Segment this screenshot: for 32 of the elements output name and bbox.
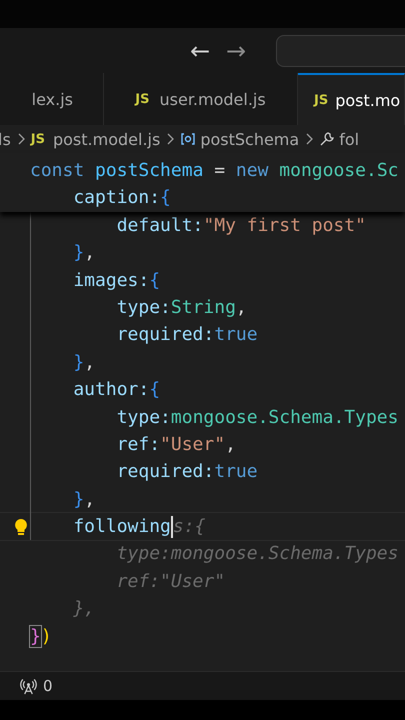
- search-field[interactable]: [276, 34, 405, 66]
- code-line: type:mongoose.Schema.Types: [116, 406, 398, 430]
- code-line: default:"My first post": [116, 214, 366, 238]
- code-line: following s:{: [72, 515, 206, 540]
- editor-tab[interactable]: JS post.mo: [298, 73, 405, 125]
- breadcrumb-item[interactable]: postSchema: [200, 130, 300, 148]
- code-line: author:{: [72, 378, 160, 402]
- chevron-icon: [166, 133, 174, 145]
- lightbulb-icon[interactable]: [14, 518, 28, 536]
- code-line: caption:{: [72, 186, 172, 210]
- code-line: type:mongoose.Schema.Types: [116, 542, 398, 566]
- code-line: },: [72, 597, 96, 622]
- chevron-icon: [305, 133, 314, 145]
- code-line: ref:"User",: [116, 432, 236, 457]
- code-line: },: [72, 488, 96, 512]
- ports-count: 0: [43, 677, 53, 695]
- variable-icon: [180, 131, 196, 147]
- back-button[interactable]: ←: [186, 36, 214, 64]
- chevron-icon: [16, 133, 25, 145]
- code-line: ref:"User": [116, 570, 226, 594]
- code-line: required:true: [116, 323, 258, 348]
- code-line: },: [72, 350, 96, 375]
- code-line: }): [30, 624, 52, 649]
- code-line: images:{: [72, 268, 160, 293]
- broadcast-icon[interactable]: [20, 678, 37, 694]
- forward-button[interactable]: →: [222, 36, 250, 64]
- code-line: },: [72, 241, 96, 266]
- code-line: type:String,: [116, 296, 247, 320]
- code-line: const postSchema = new mongoose.Sc: [30, 159, 400, 183]
- breadcrumb-item[interactable]: JS post.model.js: [30, 130, 160, 148]
- breadcrumb-item[interactable]: fol: [339, 130, 360, 148]
- code-line: required:true: [116, 460, 258, 484]
